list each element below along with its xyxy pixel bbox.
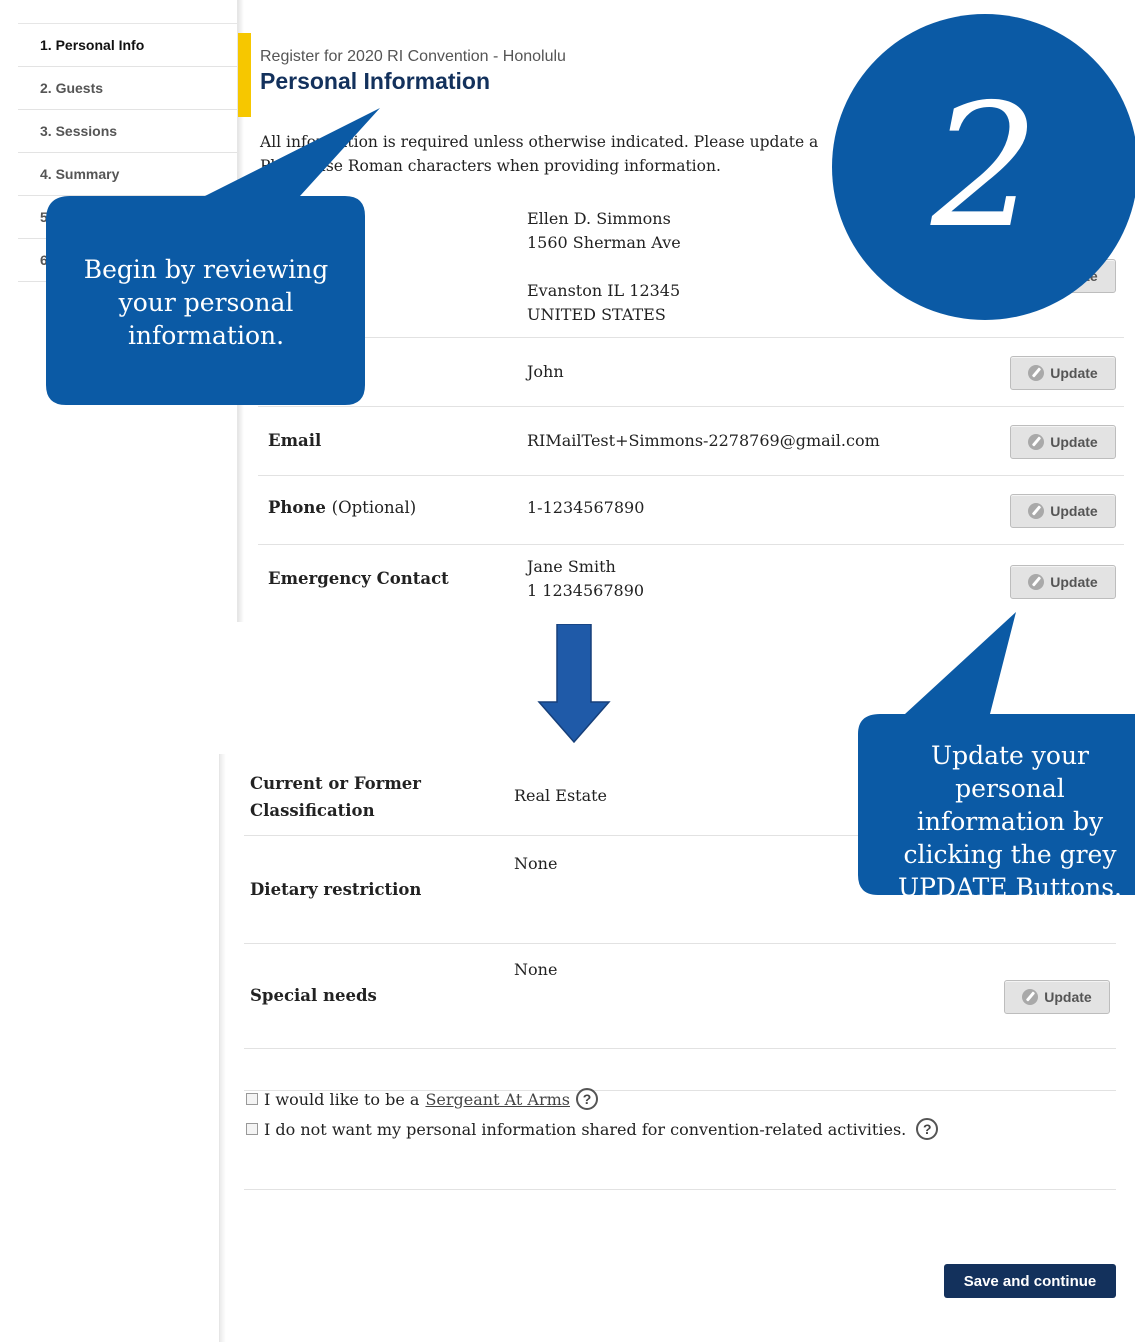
email-row: Email RIMailTest+Simmons-2278769@gmail.c…: [258, 407, 1124, 476]
address-value: Ellen D. Simmons 1560 Sherman Ave Evanst…: [527, 209, 681, 324]
dietary-label: Dietary restriction: [250, 880, 422, 899]
phone-value: 1-1234567890: [527, 498, 645, 517]
page-title: Personal Information: [260, 68, 491, 94]
badge-name-row: John Update: [258, 338, 1124, 407]
step-sidebar-blank: [0, 754, 220, 1342]
intro-text: All information is required unless other…: [260, 130, 820, 178]
email-value: RIMailTest+Simmons-2278769@gmail.com: [527, 431, 880, 450]
review-callout-text: Begin by reviewing your personal informa…: [83, 255, 329, 350]
dietary-value: None: [514, 854, 558, 873]
active-section-marker: [238, 33, 251, 117]
classification-value: Real Estate: [514, 786, 608, 805]
step-number: 2: [930, 68, 1040, 266]
special-needs-update-button[interactable]: Update: [1004, 980, 1110, 1014]
pencil-icon: [1028, 434, 1045, 450]
badge-name-update-button[interactable]: Update: [1010, 356, 1116, 390]
phone-row: Phone (Optional) 1-1234567890 Update: [258, 476, 1124, 545]
breadcrumb: Register for 2020 RI Convention - Honolu…: [260, 48, 566, 65]
sidebar-item-sessions[interactable]: 3. Sessions: [18, 110, 237, 153]
phone-update-button[interactable]: Update: [1010, 494, 1116, 528]
optional-label: (Optional): [331, 498, 417, 517]
down-arrow-icon: [537, 624, 611, 744]
intro-line-1: All information is required unless other…: [260, 133, 819, 151]
emergency-contact-value: Jane Smith 1 1234567890: [527, 557, 645, 600]
special-needs-row: Special needs None Update: [244, 944, 1116, 1049]
emergency-contact-update-button[interactable]: Update: [1010, 565, 1116, 599]
pencil-icon: [1022, 989, 1039, 1005]
sidebar-item-personal-info[interactable]: 1. Personal Info: [18, 24, 237, 67]
intro-line-2: Please use Roman characters when providi…: [260, 157, 721, 175]
emergency-contact-row: Emergency Contact Jane Smith 1 123456789…: [258, 545, 1124, 615]
classification-label: Current or Former Classification: [250, 774, 421, 820]
phone-label: Phone (Optional): [268, 498, 417, 517]
sidebar-item-guests[interactable]: 2. Guests: [18, 67, 237, 110]
update-callout-text: Update your personal information by clic…: [898, 741, 1122, 902]
email-update-button[interactable]: Update: [1010, 425, 1116, 459]
sidebar-item-5[interactable]: 5: [18, 196, 237, 239]
pencil-icon: [1028, 574, 1045, 590]
pencil-icon: [1028, 365, 1045, 381]
save-and-continue-button[interactable]: Save and continue: [944, 1264, 1116, 1298]
checkbox-section-divider: [244, 1091, 1116, 1190]
email-label: Email: [268, 431, 322, 450]
sidebar-item-summary[interactable]: 4. Summary: [18, 153, 237, 196]
badge-name-value: John: [527, 362, 564, 381]
special-needs-label: Special needs: [250, 986, 377, 1005]
special-needs-value: None: [514, 960, 558, 979]
emergency-contact-label: Emergency Contact: [268, 569, 449, 588]
pencil-icon: [1028, 503, 1045, 519]
